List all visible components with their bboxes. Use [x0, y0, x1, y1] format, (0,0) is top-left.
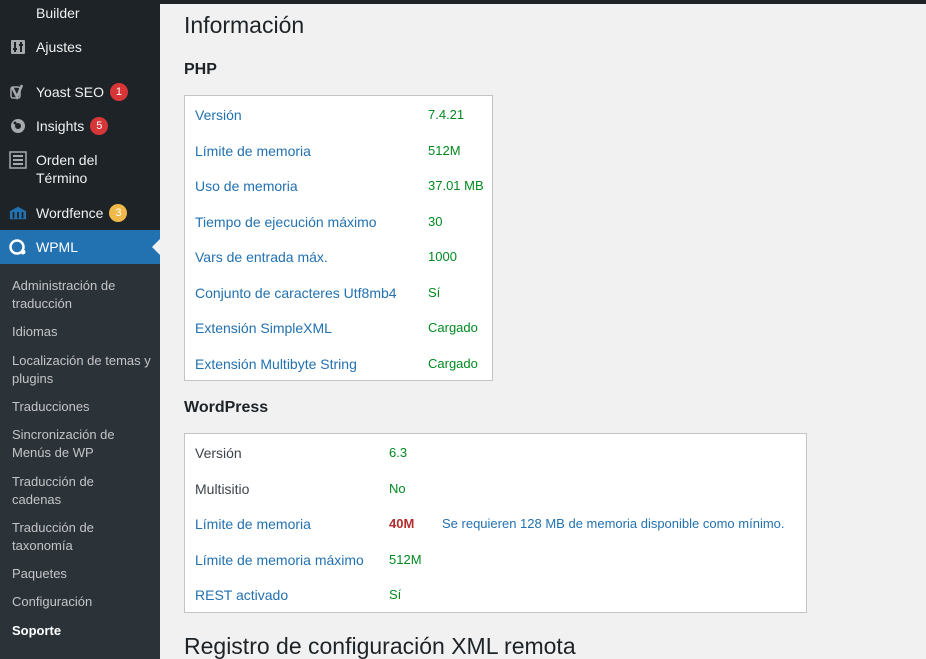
wordpress-heading: WordPress	[184, 399, 269, 416]
wordpress-info-table: Versión 6.3 Multisitio No Límite de memo…	[184, 433, 807, 613]
sidebar-item-label: Yoast SEO	[36, 84, 104, 100]
sidebar-item-label: Orden del Término	[36, 152, 98, 186]
php-row-value: Cargado	[428, 356, 478, 371]
php-row-label[interactable]: Límite de memoria	[195, 142, 311, 160]
admin-sidebar: Builder Ajustes Yoast SEO 1 Insights 5 Ord…	[0, 0, 160, 659]
sidebar-item-wordfence[interactable]: Wordfence 3	[0, 204, 160, 224]
submenu-item[interactable]: Idiomas	[12, 323, 157, 341]
wp-row-value: No	[389, 481, 406, 496]
sidebar-item-label: Builder	[36, 5, 80, 21]
php-row-label[interactable]: Versión	[195, 106, 242, 124]
memory-requirement-note[interactable]: Se requieren 128 MB de memoria disponibl…	[442, 515, 785, 533]
php-row-label[interactable]: Extensión Multibyte String	[195, 355, 357, 373]
sidebar-item-yoast[interactable]: Yoast SEO 1	[0, 83, 160, 103]
php-row-value: 1000	[428, 249, 457, 264]
notification-badge: 1	[109, 83, 128, 101]
php-row-label[interactable]: Tiempo de ejecución máximo	[195, 213, 377, 231]
php-row-label[interactable]: Conjunto de caracteres Utf8mb4	[195, 284, 397, 302]
settings-sliders-icon	[9, 38, 27, 56]
wp-row-label: Versión	[195, 445, 242, 461]
php-info-table: Versión 7.4.21 Límite de memoria 512M Us…	[184, 95, 493, 381]
sidebar-item-label: WPML	[36, 239, 78, 255]
php-row-value: 37.01 MB	[428, 178, 484, 193]
wp-row-label[interactable]: Límite de memoria	[195, 515, 311, 533]
php-row-value: Cargado	[428, 320, 478, 335]
php-row-value: Sí	[428, 285, 441, 300]
submenu-item-active[interactable]: Soporte	[12, 622, 157, 640]
php-row-label[interactable]: Extensión SimpleXML	[195, 319, 332, 337]
php-row-value: 7.4.21	[428, 107, 465, 122]
sidebar-item-label: Ajustes	[36, 39, 82, 55]
wp-row-label[interactable]: REST activado	[195, 586, 288, 604]
submenu-item[interactable]: Paquetes	[12, 565, 157, 583]
wpml-submenu: Administración de traducción Idiomas Loc…	[0, 264, 160, 659]
wordfence-icon	[9, 204, 27, 222]
submenu-item[interactable]: Configuración	[12, 593, 157, 611]
wpml-icon	[9, 238, 27, 256]
php-row-value: 30	[428, 214, 443, 229]
sidebar-item-label: Insights	[36, 118, 85, 134]
sidebar-item-insights[interactable]: Insights 5	[0, 117, 160, 137]
sidebar-item-label: Wordfence	[36, 205, 104, 221]
wp-row-value: 6.3	[389, 445, 408, 460]
sidebar-item-builder[interactable]: Builder	[0, 4, 160, 24]
submenu-item[interactable]: Traducciones	[12, 398, 157, 416]
wp-row-label[interactable]: Límite de memoria máximo	[195, 551, 364, 569]
admin-topbar	[160, 0, 926, 4]
submenu-item[interactable]: Traducción de taxonomía	[12, 519, 122, 555]
list-icon	[9, 151, 27, 169]
sidebar-item-ajustes[interactable]: Ajustes	[0, 38, 160, 58]
submenu-item[interactable]: Sincronización de Menús de WP	[12, 426, 157, 462]
php-heading: PHP	[184, 61, 217, 78]
php-row-value: 512M	[428, 143, 461, 158]
wp-row-label: Multisitio	[195, 481, 250, 497]
wp-row-value-error: 40M	[389, 516, 415, 531]
wp-row-value: Sí	[389, 587, 402, 602]
php-row-label[interactable]: Uso de memoria	[195, 177, 298, 195]
submenu-item[interactable]: Localización de temas y plugins	[12, 352, 157, 388]
submenu-item[interactable]: Traducción de cadenas	[12, 473, 122, 509]
insights-icon	[9, 117, 27, 135]
page-title: Información	[184, 12, 305, 38]
wp-row-value: 512M	[389, 552, 422, 567]
php-row-label[interactable]: Vars de entrada máx.	[195, 248, 328, 266]
xml-config-log-title: Registro de configuración XML remota	[184, 633, 576, 659]
sidebar-item-orden-termino[interactable]: Orden del Término	[0, 151, 160, 191]
notification-badge: 5	[90, 117, 109, 135]
sidebar-item-wpml[interactable]: WPML	[0, 230, 160, 264]
notification-badge: 3	[109, 204, 128, 222]
yoast-icon	[9, 83, 27, 101]
submenu-item[interactable]: Administración de traducción	[12, 277, 157, 313]
